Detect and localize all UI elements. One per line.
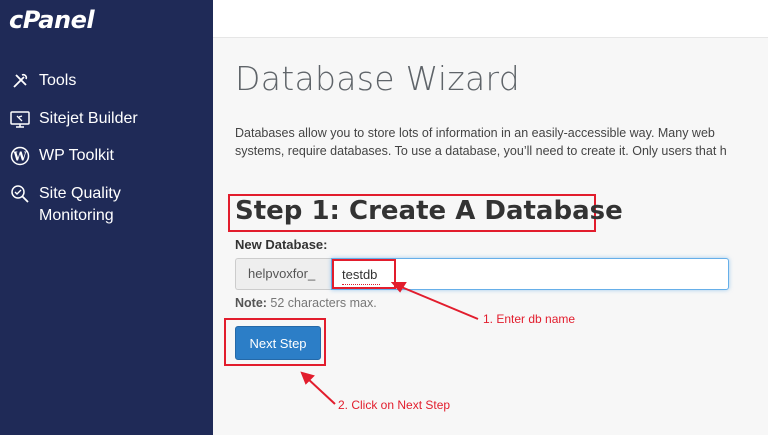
next-step-button[interactable]: Next Step — [235, 326, 321, 360]
sidebar-item-label-line2: Monitoring — [39, 207, 114, 224]
arrow-to-input — [398, 285, 479, 320]
sidebar-item-tools[interactable]: Tools — [9, 70, 76, 92]
main-content: Database Wizard Databases allow you to s… — [213, 38, 768, 435]
search-check-icon — [9, 183, 31, 205]
arrow-head-2 — [300, 371, 315, 385]
sidebar-item-wp-toolkit[interactable]: W WP Toolkit — [9, 145, 114, 167]
sidebar-item-label: Sitejet Builder — [39, 110, 138, 127]
sidebar-item-label: WP Toolkit — [39, 147, 114, 164]
description-line-2: systems, require databases. To use a dat… — [235, 144, 727, 158]
sidebar-item-label: Tools — [39, 72, 77, 89]
description-line-1: Databases allow you to store lots of inf… — [235, 126, 715, 140]
page-title: Database Wizard — [235, 59, 520, 98]
sidebar-item-label: Site Quality Monitoring — [39, 183, 121, 227]
sidebar-item-label-line1: Site Quality — [39, 185, 121, 202]
new-database-input[interactable] — [331, 258, 729, 290]
note-label: Note: — [235, 296, 267, 310]
annotation-click-next-step: 2. Click on Next Step — [338, 398, 451, 412]
note-text: 52 characters max. — [266, 296, 377, 310]
cpanel-logo[interactable]: cPanel — [9, 6, 95, 34]
tools-icon — [9, 70, 31, 92]
new-database-label: New Database: — [235, 237, 328, 252]
wordpress-icon: W — [9, 145, 31, 167]
svg-text:W: W — [12, 150, 27, 164]
annotation-enter-db-name: 1. Enter db name — [483, 312, 576, 326]
sitejet-icon — [9, 108, 31, 130]
top-bar — [213, 0, 768, 38]
database-prefix: helpvoxfor_ — [235, 258, 331, 290]
arrow-to-button — [306, 377, 336, 405]
sidebar-item-sitejet-builder[interactable]: Sitejet Builder — [9, 108, 138, 130]
step-title: Step 1: Create A Database — [235, 196, 623, 226]
sidebar: cPanel Tools Sitejet Builder W WP Toolki… — [0, 0, 213, 435]
character-limit-note: Note: 52 characters max. — [235, 296, 377, 310]
sidebar-item-site-quality-monitoring[interactable]: Site Quality Monitoring — [9, 183, 121, 227]
page-description: Databases allow you to store lots of inf… — [235, 124, 768, 160]
